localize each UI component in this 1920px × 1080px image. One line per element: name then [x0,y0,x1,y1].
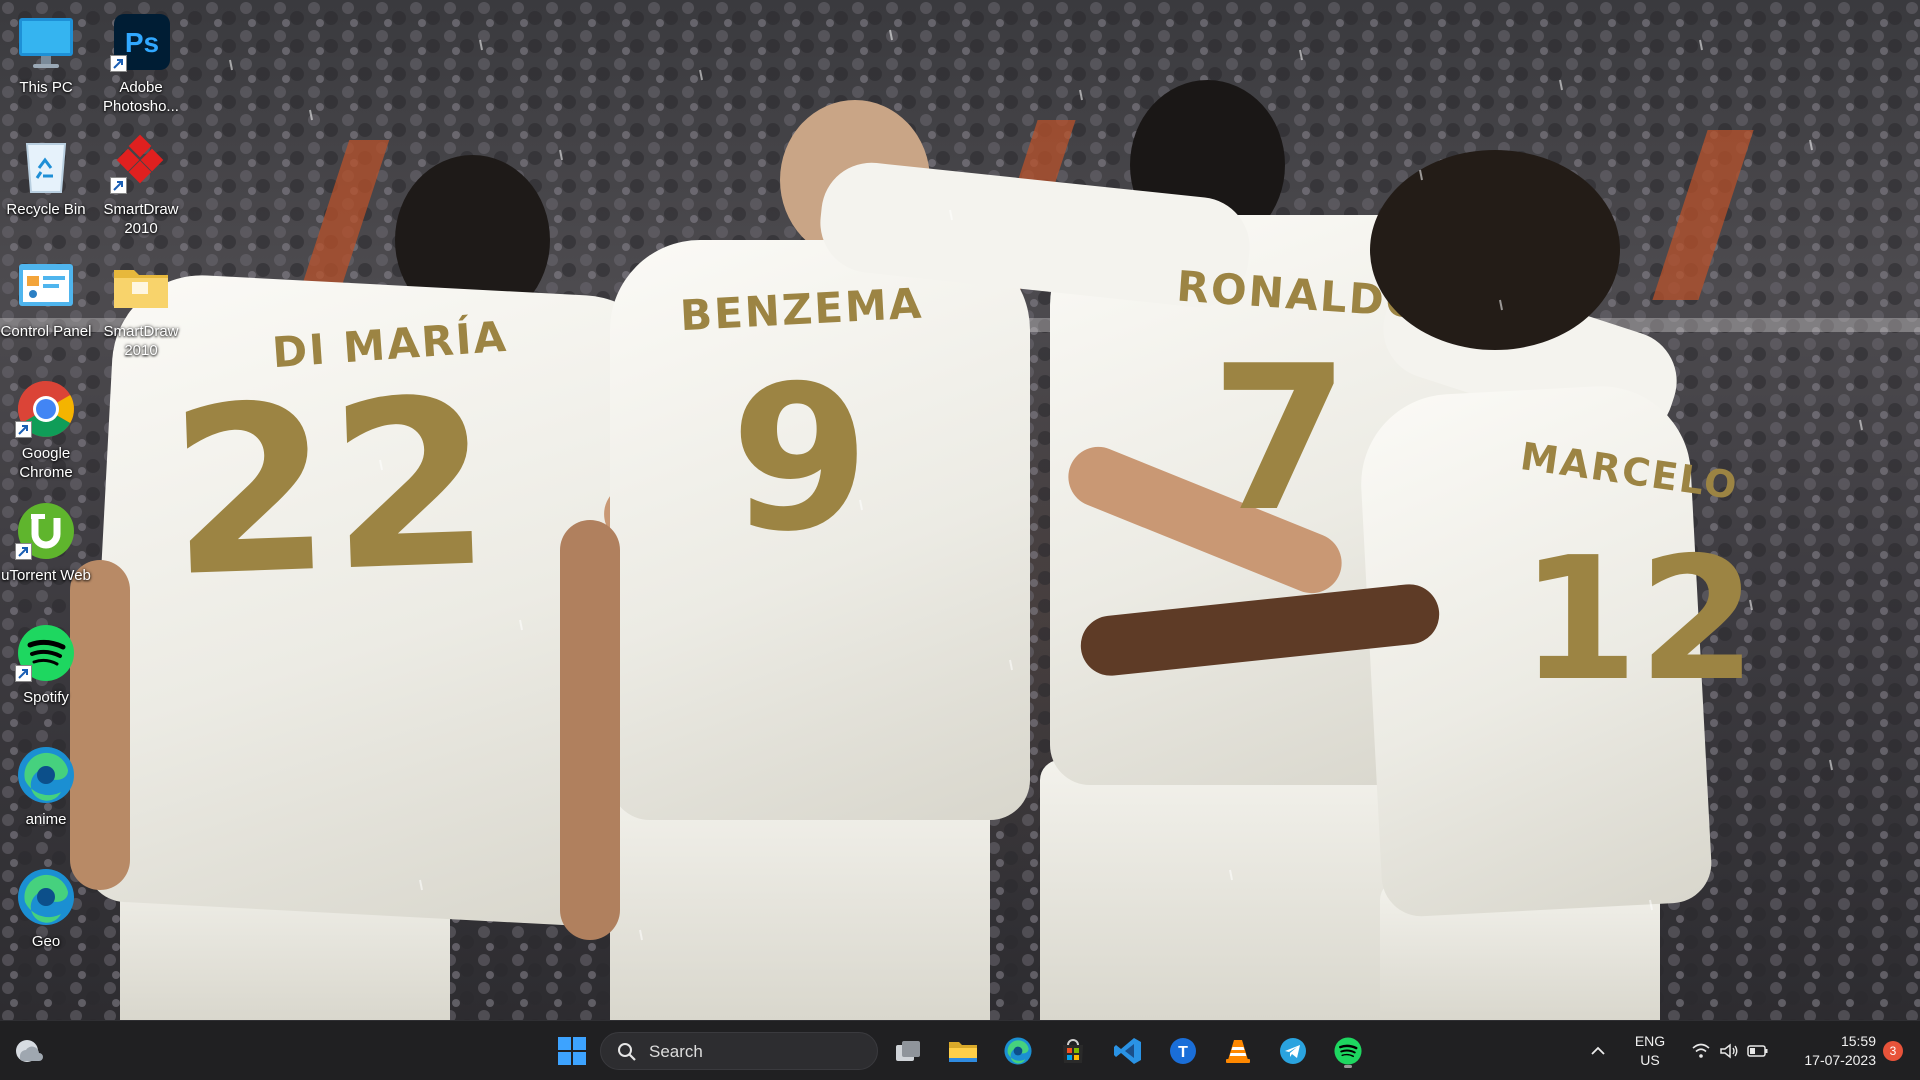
weather-cloud-icon [16,1040,43,1062]
search-icon [618,1043,636,1061]
language-code: ENG [1634,1033,1666,1049]
battery-icon [1747,1045,1768,1057]
desktop-icon-label: SmartDraw 2010 [103,323,179,359]
language-text: ENG US [1635,1032,1665,1070]
file-explorer-button[interactable] [943,1031,983,1071]
desktop-icon-label: Geo [31,933,61,950]
desktop-icon-label: anime [25,811,67,828]
taskbar-search-box[interactable]: Search [600,1032,878,1070]
notification-center-button[interactable]: 3 [1876,1031,1910,1071]
desktop-wallpaper: DI MARÍA 22 BENZEMA 9 RONALDO 7 MARCELO … [0,0,1920,1020]
desktop-icon-spotify[interactable]: Spotify [0,616,94,736]
recycle-bin-icon [15,134,77,196]
t-app-button[interactable]: T [1163,1031,1203,1071]
desktop-icon-geo[interactable]: Geo [0,860,94,980]
desktop-icon-utorrent-web[interactable]: uTorrent Web [0,494,94,614]
start-button[interactable] [552,1031,592,1071]
edge-icon [1004,1037,1032,1065]
volume-icon [1720,1043,1738,1059]
edge-icon [15,744,77,806]
spotify-taskbar-button[interactable] [1328,1031,1368,1071]
folder-icon [110,256,172,318]
desktop-icon-adobe-photoshop[interactable]: Ps Adobe Photosho... [93,6,189,126]
t-circle-icon: T [1170,1038,1196,1064]
jersey-number: 12 [1520,521,1757,719]
widgets-button[interactable] [8,1031,48,1071]
smartdraw-icon [110,134,172,196]
keyboard-layout: US [1640,1052,1660,1068]
edge-taskbar-button[interactable] [998,1031,1038,1071]
utorrent-icon [15,500,77,562]
vlc-button[interactable] [1218,1031,1258,1071]
desktop-icon-label: uTorrent Web [1,567,91,584]
clock-button[interactable]: 15:59 17-07-2023 [1782,1031,1876,1071]
desktop-icon-control-panel[interactable]: Control Panel [0,250,94,370]
telegram-icon [1280,1038,1306,1064]
telegram-button[interactable] [1273,1031,1313,1071]
desktop-icon-label: This PC [19,79,73,96]
quick-settings-button[interactable] [1680,1031,1780,1071]
task-view-button[interactable] [888,1031,928,1071]
windows-start-icon [558,1037,586,1065]
player-shorts [1040,760,1400,1020]
desktop-icon-google-chrome[interactable]: Google Chrome [0,372,94,492]
taskbar: Search T ENG US 15:59 17-07-2023 3 [0,1020,1920,1080]
photoshop-icon: Ps [110,12,172,74]
desktop-icon-label: Spotify [23,689,69,706]
store-icon [1063,1039,1083,1063]
svg-text:T: T [1178,1044,1188,1061]
shortcut-arrow-icon [15,543,32,560]
search-placeholder: Search [649,1042,703,1061]
microsoft-store-button[interactable] [1053,1031,1093,1071]
jersey-number: 7 [1210,323,1350,556]
wifi-icon [1692,1043,1710,1058]
monitor-icon [15,12,77,74]
clock: 15:59 17-07-2023 [1782,1032,1876,1070]
notification-badge: 3 [1883,1041,1903,1061]
jersey-number: 22 [165,350,495,629]
control-panel-icon [15,256,77,318]
desktop-icon-label: Control Panel [0,323,92,340]
player-arm [560,520,620,940]
shortcut-arrow-icon [15,665,32,682]
jersey-number: 9 [730,343,870,576]
spotify-icon [1334,1037,1362,1065]
vscode-icon [1114,1038,1141,1064]
vlc-cone-icon [1226,1040,1250,1063]
running-indicator [1344,1065,1352,1068]
desktop-icon-label: SmartDraw 2010 [103,201,179,237]
clock-date: 17-07-2023 [1804,1052,1876,1068]
spotify-icon [15,622,77,684]
shortcut-arrow-icon [15,421,32,438]
desktop-icon-smartdraw[interactable]: SmartDraw 2010 [93,128,189,248]
desktop-icon-label: Adobe Photosho... [103,79,179,115]
desktop-icon-this-pc[interactable]: This PC [0,6,94,126]
shortcut-arrow-icon [110,55,127,72]
desktop-icon-anime[interactable]: anime [0,738,94,858]
shortcut-arrow-icon [110,177,127,194]
desktop-icon-label: Google Chrome [19,445,73,481]
chevron-up-icon [1591,1046,1605,1055]
vscode-button[interactable] [1108,1031,1148,1071]
svg-text:Ps: Ps [125,27,159,58]
desktop-icon-label: Recycle Bin [6,201,86,218]
desktop-icon-smartdraw-folder[interactable]: SmartDraw 2010 [93,250,189,370]
chrome-icon [15,378,77,440]
edge-icon [15,866,77,928]
show-hidden-icons-button[interactable] [1582,1031,1614,1071]
file-explorer-icon [949,1042,977,1062]
desktop-icon-recycle-bin[interactable]: Recycle Bin [0,128,94,248]
language-indicator[interactable]: ENG US [1622,1031,1678,1071]
clock-time: 15:59 [1840,1033,1876,1049]
player-head [1370,150,1620,350]
task-view-icon [896,1041,920,1061]
